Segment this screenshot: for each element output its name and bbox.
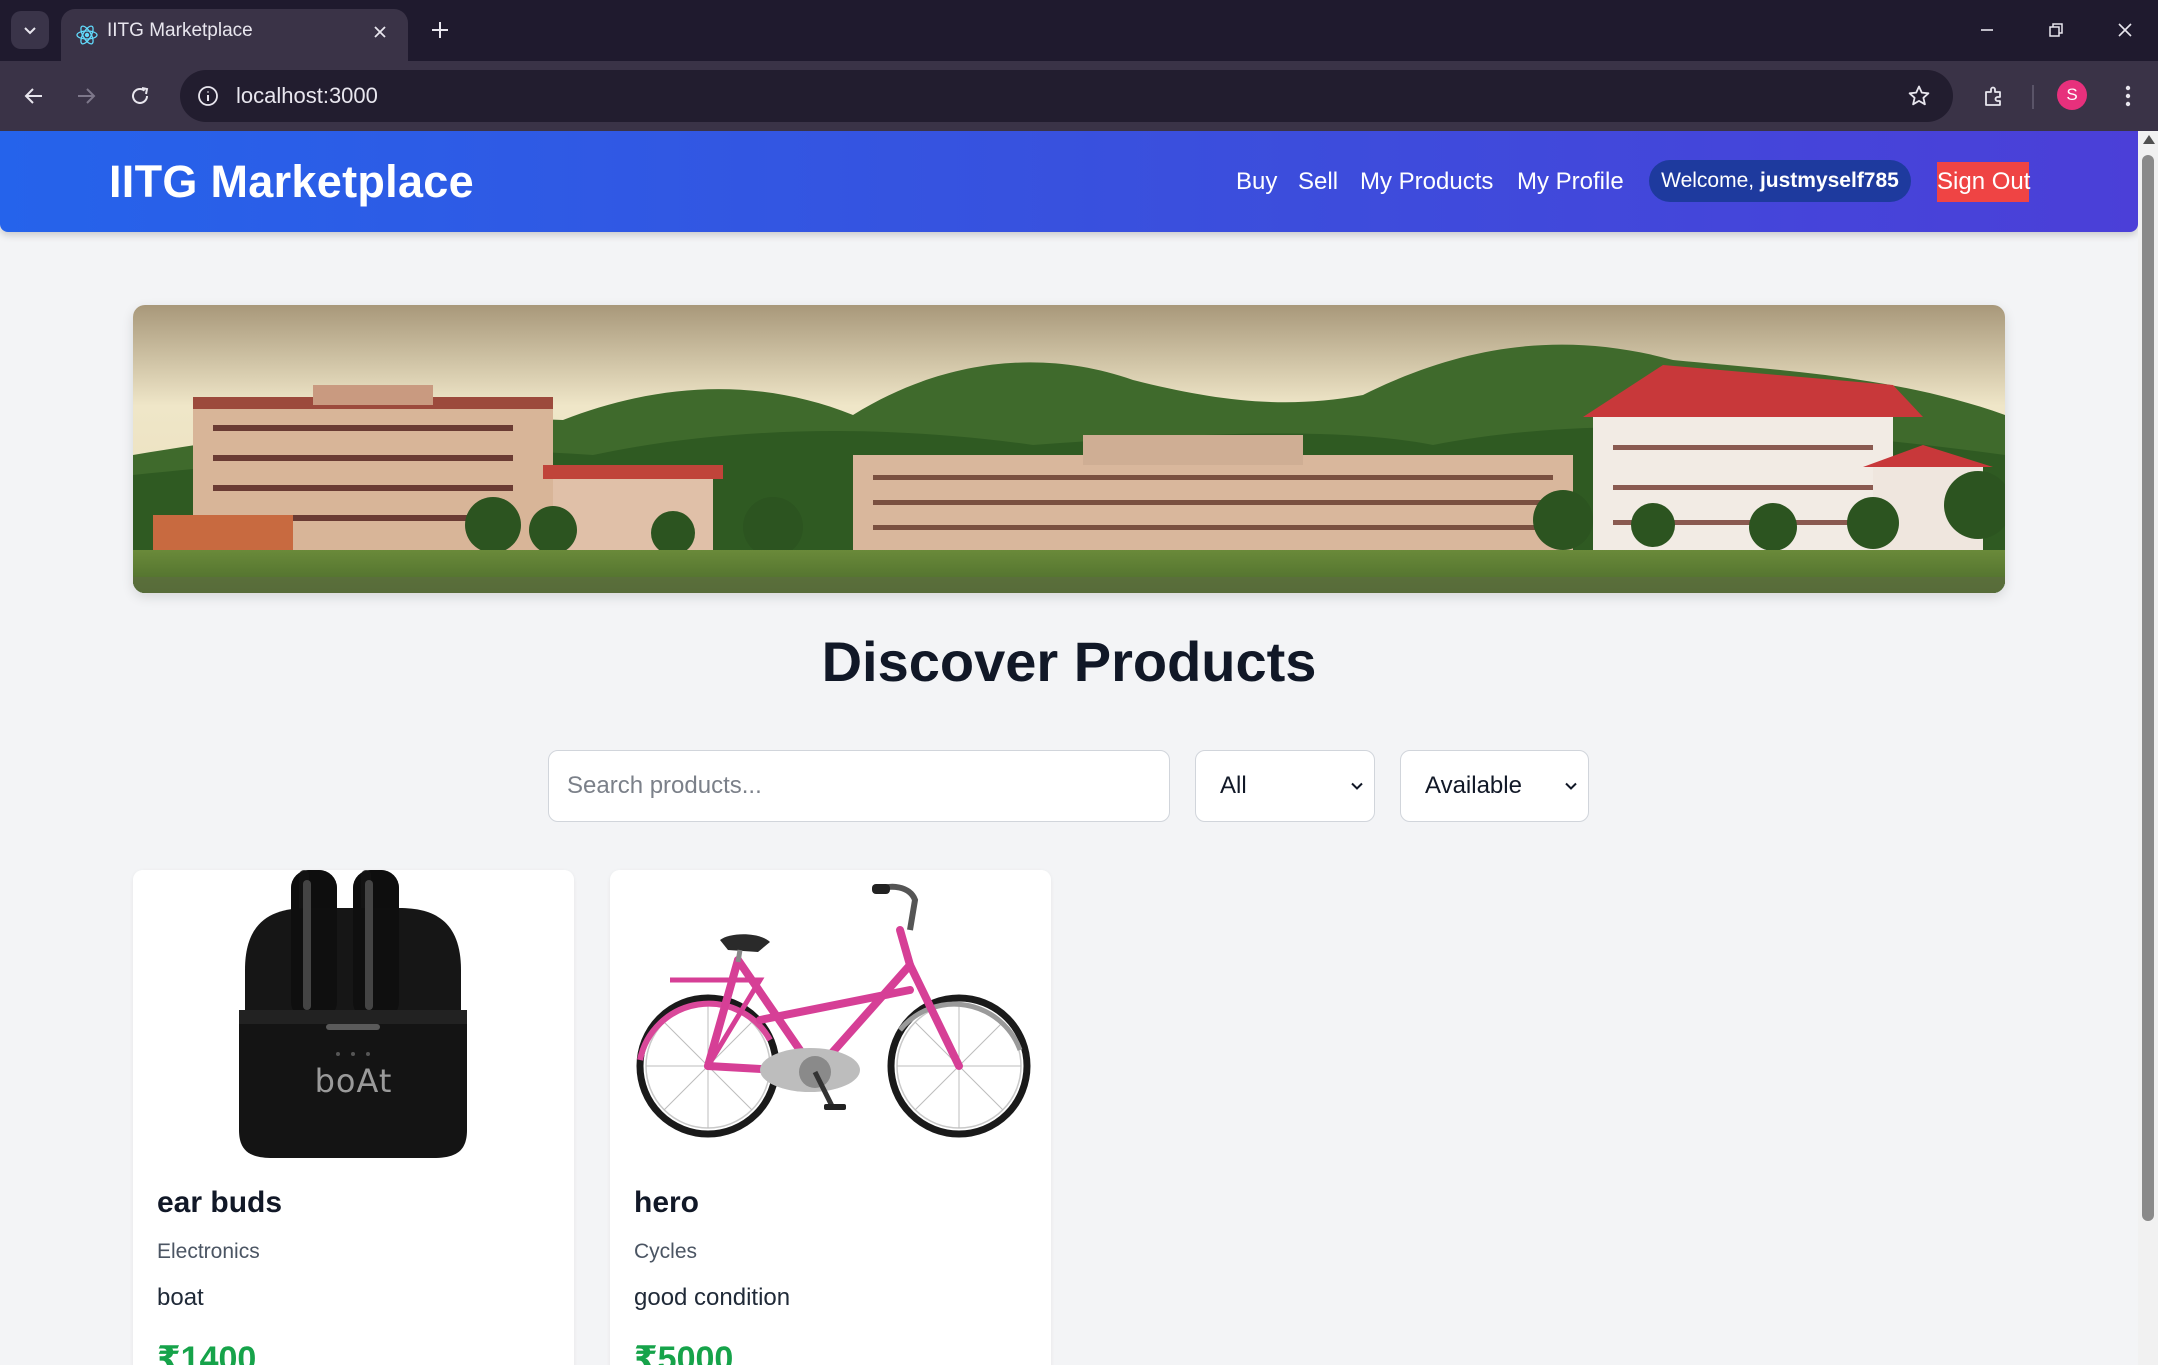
site-info-icon[interactable] bbox=[194, 82, 222, 110]
nav-sell-link[interactable]: Sell bbox=[1298, 131, 1338, 232]
page-title: Discover Products bbox=[821, 630, 1317, 693]
scrollbar-thumb[interactable] bbox=[2142, 155, 2154, 1221]
product-image-earbuds: boAt bbox=[133, 870, 574, 1158]
page-scrollbar[interactable] bbox=[2138, 131, 2158, 1365]
bookmark-star-icon[interactable] bbox=[1905, 82, 1933, 110]
minimize-icon[interactable] bbox=[1964, 10, 2010, 50]
campus-banner-image bbox=[133, 305, 2005, 593]
chevron-down-icon bbox=[1348, 777, 1366, 795]
nav-my-products-link[interactable]: My Products bbox=[1360, 131, 1493, 232]
tab-close-icon[interactable] bbox=[368, 20, 392, 44]
welcome-prefix: Welcome, bbox=[1661, 169, 1760, 192]
page-viewport: IITG Marketplace Buy Sell My Products My… bbox=[0, 131, 2138, 1365]
browser-toolbar: localhost:3000 bbox=[0, 61, 2158, 131]
product-price: ₹1400 bbox=[157, 1340, 257, 1365]
status-select[interactable]: Available bbox=[1400, 750, 1589, 822]
product-card[interactable]: hero Cycles good condition ₹5000 bbox=[610, 870, 1051, 1365]
scroll-up-arrow-icon[interactable] bbox=[2143, 135, 2155, 144]
forward-arrow-icon[interactable] bbox=[66, 76, 106, 116]
brand-logo-text[interactable]: IITG Marketplace bbox=[109, 131, 474, 232]
product-card[interactable]: boAt ear buds Electronics boat ₹1400 bbox=[133, 870, 574, 1365]
product-title: ear buds bbox=[157, 1186, 283, 1219]
product-brand-mark: boAt bbox=[314, 1062, 393, 1100]
browser-tab-active[interactable]: IITG Marketplace bbox=[61, 9, 408, 61]
product-image-bicycle bbox=[610, 870, 1051, 1158]
address-bar[interactable]: localhost:3000 bbox=[180, 70, 1953, 122]
tab-search-button[interactable] bbox=[11, 11, 49, 49]
nav-buy-link[interactable]: Buy bbox=[1236, 131, 1277, 232]
product-description: good condition bbox=[634, 1284, 791, 1311]
extensions-icon[interactable] bbox=[1974, 76, 2014, 116]
site-header: IITG Marketplace Buy Sell My Products My… bbox=[0, 131, 2138, 232]
back-arrow-icon[interactable] bbox=[14, 76, 54, 116]
browser-tab-strip: IITG Marketplace bbox=[0, 0, 2158, 61]
status-select-value: Available bbox=[1425, 772, 1522, 799]
category-select[interactable]: All bbox=[1195, 750, 1375, 822]
more-menu-icon[interactable] bbox=[2108, 76, 2148, 116]
product-price: ₹5000 bbox=[634, 1340, 734, 1365]
product-category: Cycles bbox=[634, 1240, 698, 1263]
profile-avatar[interactable]: S bbox=[2057, 80, 2087, 110]
welcome-username: justmyself785 bbox=[1759, 169, 1899, 192]
close-window-icon[interactable] bbox=[2102, 10, 2148, 50]
category-select-value: All bbox=[1220, 772, 1247, 799]
toolbar-divider bbox=[2032, 85, 2034, 109]
reload-icon[interactable] bbox=[120, 76, 160, 116]
chevron-down-icon bbox=[1562, 777, 1580, 795]
address-url: localhost:3000 bbox=[236, 83, 378, 108]
react-logo-icon bbox=[76, 25, 98, 45]
product-title: hero bbox=[634, 1186, 700, 1219]
chevron-down-icon bbox=[24, 27, 36, 35]
product-category: Electronics bbox=[157, 1240, 260, 1263]
restore-icon[interactable] bbox=[2033, 10, 2079, 50]
sign-out-button[interactable]: Sign Out bbox=[1937, 162, 2030, 202]
product-description: boat bbox=[157, 1284, 204, 1311]
new-tab-icon[interactable] bbox=[424, 14, 456, 46]
welcome-badge: Welcome, justmyself785 bbox=[1649, 160, 1911, 202]
tab-title: IITG Marketplace bbox=[107, 20, 253, 41]
search-input[interactable] bbox=[548, 750, 1170, 822]
nav-my-profile-link[interactable]: My Profile bbox=[1517, 131, 1624, 232]
